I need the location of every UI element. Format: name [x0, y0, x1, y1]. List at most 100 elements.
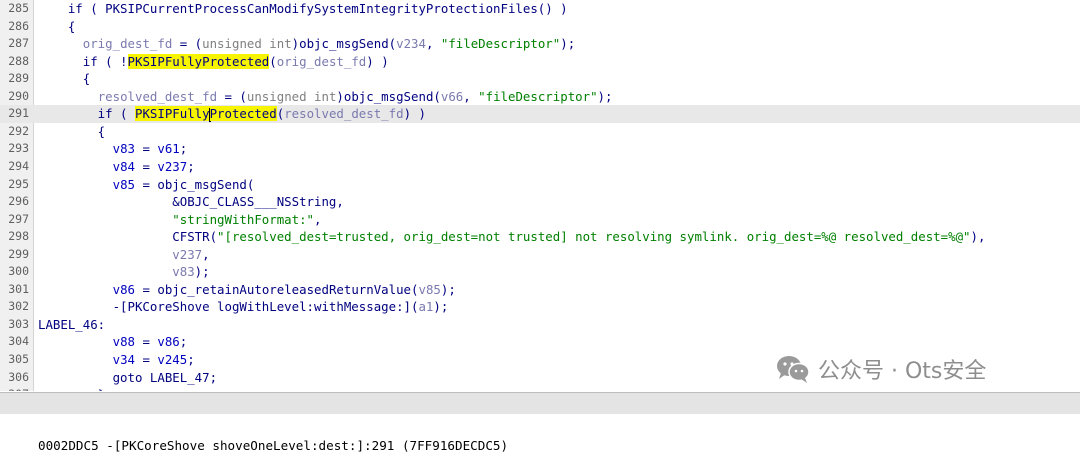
code-token: ) )	[366, 53, 389, 69]
code-token: a1	[418, 299, 434, 315]
code-line[interactable]: 285 if ( PKSIPCurrentProcessCanModifySys…	[0, 0, 1080, 18]
code-token: =	[135, 334, 158, 350]
code-token: v66	[440, 88, 464, 104]
code-text: {	[38, 18, 75, 36]
code-text: orig_dest_fd = (unsigned int)objc_msgSen…	[38, 35, 575, 53]
code-line[interactable]: 299 v237,	[0, 246, 1080, 264]
status-bar-address: 0002DDC5 -[PKCoreShove shoveOneLevel:des…	[38, 438, 509, 453]
line-number: 297	[8, 211, 29, 226]
code-token: ,	[463, 88, 479, 104]
code-token: v88	[112, 334, 135, 350]
code-line[interactable]: 290 resolved_dest_fd = (unsigned int)obj…	[0, 88, 1080, 106]
code-text: "stringWithFormat:",	[38, 211, 321, 229]
line-number: 292	[8, 123, 29, 138]
code-line[interactable]: 297 "stringWithFormat:",	[0, 211, 1080, 229]
line-number: 305	[8, 352, 29, 366]
code-line[interactable]: 300 v83);	[0, 263, 1080, 281]
code-token: v237	[172, 246, 203, 262]
code-token: -[PKCoreShove logWithLevel:withMessage:]…	[38, 299, 419, 315]
code-token: (	[269, 53, 277, 69]
code-token: "fileDescriptor"	[440, 36, 561, 52]
code-token: v245	[157, 352, 188, 367]
code-token: "fileDescriptor"	[478, 88, 598, 104]
code-line[interactable]: 291 if ( PKSIPFullyProtected(resolved_de…	[0, 105, 1080, 123]
code-line[interactable]: 289 {	[0, 70, 1080, 88]
status-bar-gutter	[0, 393, 33, 414]
watermark: 公众号 · Ots安全	[776, 352, 986, 386]
line-number: 301	[8, 281, 29, 296]
code-token: {	[38, 123, 106, 139]
code-token: if ( PKSIPCurrentProcessCanModifySystemI…	[38, 1, 568, 16]
code-text: {	[38, 123, 105, 141]
code-token: ,	[202, 246, 210, 262]
search-highlight: Protected	[209, 106, 277, 122]
code-line[interactable]: 298 CFSTR("[resolved_dest=trusted, orig_…	[0, 228, 1080, 246]
code-line[interactable]: 288 if ( !PKSIPFullyProtected(orig_dest_…	[0, 53, 1080, 71]
code-token: v34	[112, 352, 135, 367]
code-token: =	[135, 158, 158, 174]
code-line[interactable]: 303 LABEL_46:	[0, 316, 1080, 334]
code-line[interactable]: 302 -[PKCoreShove logWithLevel:withMessa…	[0, 298, 1080, 316]
line-number: 303	[8, 316, 29, 331]
code-token: v61	[157, 141, 180, 157]
code-token: LABEL_46:	[38, 316, 106, 332]
search-highlight: PKSIPFully	[134, 106, 210, 122]
code-text: v88 = v86;	[38, 333, 188, 351]
status-bar: 0002DDC5 -[PKCoreShove shoveOneLevel:des…	[0, 392, 1080, 453]
code-token: }	[38, 387, 105, 391]
code-text: v86 = objc_retainAutoreleasedReturnValue…	[38, 281, 456, 299]
code-token: v83	[112, 141, 135, 157]
line-number: 290	[8, 88, 29, 103]
line-number: 306	[8, 369, 29, 384]
search-highlight: PKSIPFullyProtected	[127, 53, 270, 69]
code-token: &OBJC_CLASS___NSString,	[38, 194, 344, 210]
code-line[interactable]: 301 v86 = objc_retainAutoreleasedReturnV…	[0, 281, 1080, 299]
code-token: = (	[217, 88, 247, 104]
line-number: 300	[8, 264, 29, 279]
code-line[interactable]: 295 v85 = objc_msgSend(	[0, 176, 1080, 194]
code-text: v34 = v245;	[38, 351, 195, 369]
code-token: orig_dest_fd	[276, 53, 367, 69]
code-token: =	[135, 141, 158, 157]
code-token: unsigned int	[202, 36, 292, 52]
code-line[interactable]: 293 v83 = v61;	[0, 140, 1080, 158]
line-number: 287	[8, 36, 29, 51]
code-token: if ( !	[38, 53, 128, 69]
pseudocode-editor[interactable]: 285 if ( PKSIPCurrentProcessCanModifySys…	[0, 0, 1080, 391]
watermark-text: 公众号 · Ots安全	[818, 359, 987, 384]
code-token: = (	[172, 36, 203, 52]
code-line[interactable]: 296 &OBJC_CLASS___NSString,	[0, 193, 1080, 211]
code-token: v234	[396, 36, 426, 52]
code-text: resolved_dest_fd = (unsigned int)objc_ms…	[38, 88, 613, 106]
code-line[interactable]: 304 v88 = v86;	[0, 333, 1080, 351]
code-text: }	[38, 386, 105, 391]
code-token: v86	[157, 334, 180, 350]
line-number: 296	[8, 194, 29, 209]
code-token: );	[440, 281, 456, 297]
code-line[interactable]: 287 orig_dest_fd = (unsigned int)objc_ms…	[0, 35, 1080, 53]
code-token: v86	[112, 281, 135, 297]
line-number: 291	[8, 106, 29, 121]
code-text: v84 = v237;	[38, 158, 195, 176]
code-line[interactable]: 292 {	[0, 123, 1080, 141]
code-token: ,	[425, 36, 441, 52]
code-token: goto LABEL_47;	[38, 369, 218, 385]
code-line[interactable]: 294 v84 = v237;	[0, 158, 1080, 176]
code-token: orig_dest_fd	[82, 36, 173, 52]
code-token: );	[597, 88, 613, 104]
code-token: "[resolved_dest=trusted, orig_dest=not t…	[217, 229, 971, 245]
code-line[interactable]: 307 }	[0, 386, 1080, 391]
line-number: 307	[0, 386, 29, 391]
wechat-icon	[777, 356, 810, 383]
code-line[interactable]: 286 {	[0, 18, 1080, 36]
code-token: v83	[172, 264, 195, 280]
code-token: = objc_retainAutoreleasedReturnValue(	[135, 281, 419, 297]
code-token: );	[194, 264, 210, 280]
